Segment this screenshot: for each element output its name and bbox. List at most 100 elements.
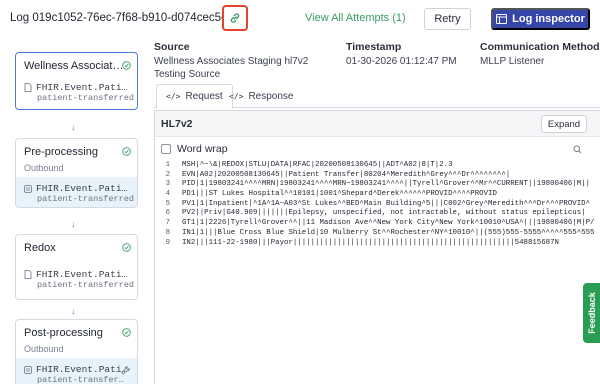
pipeline-node-source[interactable]: Wellness Associat… FHIR.Event.Pati… pati… — [15, 52, 138, 110]
arrow-down-icon: ↓ — [71, 219, 76, 229]
line-text: IN1|1|||Blue Cross Blue Shield|10 Mulber… — [182, 228, 595, 237]
line-text: PV2||Priv|G40.909|||||||Epilepsy, unspec… — [182, 209, 586, 218]
source-value: Wellness Associates Staging hl7v2 — [154, 56, 309, 67]
node-title: Pre-processing — [24, 146, 98, 158]
node-event: FHIR.Event.Pati… patient-transferred — [16, 177, 137, 207]
code-line: 6 PV2||Priv|G40.909|||||||Epilepsy, unspe… — [159, 209, 600, 219]
node-title: Redox — [24, 242, 56, 254]
panel-title: HL7v2 — [161, 118, 193, 130]
communication-method-label: Communication Method — [480, 41, 600, 53]
event-line: FHIR.Event.Pati… — [24, 269, 129, 280]
line-text: PD1|||ST Lukes Hospital^^10101|1001^Shep… — [182, 190, 497, 199]
node-header: Redox — [16, 235, 137, 263]
line-text: EVN|A02|20200508130645||Patient Transfer… — [182, 170, 511, 179]
code-line: 7 GT1|1|2226|Tyrell^Grover^^||11 Madison … — [159, 219, 600, 229]
log-title: Log 019c1052-76ec-7f68-b910-d074cec5c6f3 — [10, 12, 225, 24]
link-icon — [230, 13, 240, 23]
transform-icon — [24, 365, 32, 374]
event-line: FHIR.Event.Pati… — [24, 82, 129, 93]
code-line: 1 MSH|^~\&|REDOX|STLU|DATA|RFAC|202005081… — [159, 161, 600, 171]
inspector-icon — [496, 14, 508, 24]
log-inspector-label: Log inspector — [512, 13, 585, 25]
event-subtype: patient-transferred — [37, 280, 134, 290]
word-wrap-checkbox[interactable] — [161, 144, 171, 154]
check-circle-icon — [122, 243, 131, 252]
line-number: 1 — [165, 161, 170, 169]
event-subtype: patient-transferred — [37, 194, 134, 204]
event-subtype: patient-transferred — [37, 93, 134, 103]
node-header: Wellness Associat… — [16, 53, 137, 81]
node-header: Pre-processing — [16, 139, 137, 167]
event-name: FHIR.Event.Pati… — [36, 364, 128, 375]
code-line: 8 IN1|1|||Blue Cross Blue Shield|10 Mulbe… — [159, 229, 600, 239]
line-number: 8 — [165, 228, 170, 237]
check-circle-icon — [122, 61, 131, 70]
document-icon — [24, 83, 32, 92]
code-line: 2 EVN|A02|20200508130645||Patient Transfe… — [159, 171, 600, 181]
search-icon[interactable] — [573, 145, 582, 154]
node-title: Wellness Associat… — [24, 60, 124, 72]
line-text: PV1|1|Inpatient|^1A^1A~A03^St Lukes^^BED… — [182, 199, 591, 208]
code-icon: </> — [166, 92, 181, 101]
arrow-down-icon: ↓ — [71, 122, 76, 132]
check-circle-icon — [122, 328, 131, 337]
copy-link-button[interactable] — [222, 5, 248, 31]
line-number: 2 — [165, 170, 170, 179]
event-name: FHIR.Event.Pati… — [36, 82, 128, 93]
node-event: FHIR.Event.Pati… patient-transferred — [16, 81, 137, 108]
timestamp-label: Timestamp — [346, 41, 402, 53]
header: Log 019c1052-76ec-7f68-b910-d074cec5c6f3… — [0, 0, 600, 38]
line-number: 5 — [165, 199, 170, 208]
word-wrap-toggle[interactable]: Word wrap — [161, 143, 228, 155]
line-text: IN2|||111-22-1980|||Payor|||||||||||||||… — [182, 238, 559, 247]
node-event: FHIR.Event.Pati… patient-transferred — [16, 263, 137, 295]
wrench-icon — [121, 366, 130, 375]
event-subtype: patient-transfer… — [37, 375, 124, 384]
feedback-tab[interactable]: Feedback — [583, 283, 600, 343]
log-inspector-button[interactable]: Log inspector — [491, 8, 590, 30]
retry-button[interactable]: Retry — [424, 8, 471, 30]
tab-request-label: Request — [185, 91, 223, 102]
code-line: 9 IN2|||111-22-1980|||Payor||||||||||||||… — [159, 239, 600, 249]
code-line: 5 PV1|1|Inpatient|^1A^1A~A03^St Lukes^^BE… — [159, 200, 600, 210]
tab-response-label: Response — [248, 90, 294, 102]
code-icon: </> — [229, 91, 244, 101]
pipeline-node-post-processing[interactable]: Post-processing Outbound FHIR.Event.Pati… — [15, 319, 138, 384]
code-line: 4 PD1|||ST Lukes Hospital^^10101|1001^She… — [159, 190, 600, 200]
event-name: FHIR.Event.Pati… — [36, 269, 128, 280]
node-event: FHIR.Event.Pati… patient-transfer… — [16, 358, 137, 384]
hl7-code-view[interactable]: 1 MSH|^~\&|REDOX|STLU|DATA|RFAC|202005081… — [159, 161, 600, 384]
view-all-attempts-link[interactable]: View All Attempts (1) — [305, 12, 406, 24]
line-text: GT1|1|2226|Tyrell^Grover^^||11 Madison A… — [182, 219, 595, 228]
event-line: FHIR.Event.Pati… — [24, 364, 129, 375]
transform-icon — [24, 184, 32, 193]
node-title: Post-processing — [24, 327, 103, 339]
line-number: 9 — [165, 238, 170, 247]
event-line: FHIR.Event.Pati… — [24, 183, 129, 194]
pipeline-node-redox[interactable]: Redox FHIR.Event.Pati… patient-transferr… — [15, 234, 138, 300]
check-circle-icon — [122, 147, 131, 156]
line-number: 4 — [165, 190, 170, 199]
event-name: FHIR.Event.Pati… — [36, 183, 128, 194]
timestamp-value: 01-30-2026 01:12:47 PM — [346, 56, 457, 67]
document-icon — [24, 270, 32, 279]
line-text: MSH|^~\&|REDOX|STLU|DATA|RFAC|2020050813… — [182, 161, 453, 169]
message-panel: HL7v2 Expand Word wrap 1 MSH|^~\&|REDOX|S… — [154, 110, 600, 384]
pipeline-node-pre-processing[interactable]: Pre-processing Outbound FHIR.Event.Pati…… — [15, 138, 138, 208]
source-label: Source — [154, 41, 190, 53]
line-text: PID|1|19803241^^^^MRN|19803241^^^^MRN~19… — [182, 180, 591, 189]
request-response-tabs: </> Request </> Response — [154, 84, 600, 109]
line-number: 7 — [165, 219, 170, 228]
tab-response[interactable]: </> Response — [220, 84, 302, 108]
feedback-label: Feedback — [586, 292, 597, 334]
communication-method-value: MLLP Listener — [480, 56, 545, 67]
line-number: 6 — [165, 209, 170, 218]
line-number: 3 — [165, 180, 170, 189]
arrow-down-icon: ↓ — [71, 306, 76, 316]
source-sub-value: Testing Source — [154, 69, 221, 80]
word-wrap-label: Word wrap — [177, 143, 228, 155]
code-line: 3 PID|1|19803241^^^^MRN|19803241^^^^MRN~1… — [159, 180, 600, 190]
panel-header: HL7v2 Expand — [155, 111, 600, 137]
node-header: Post-processing — [16, 320, 137, 348]
expand-button[interactable]: Expand — [541, 115, 587, 133]
